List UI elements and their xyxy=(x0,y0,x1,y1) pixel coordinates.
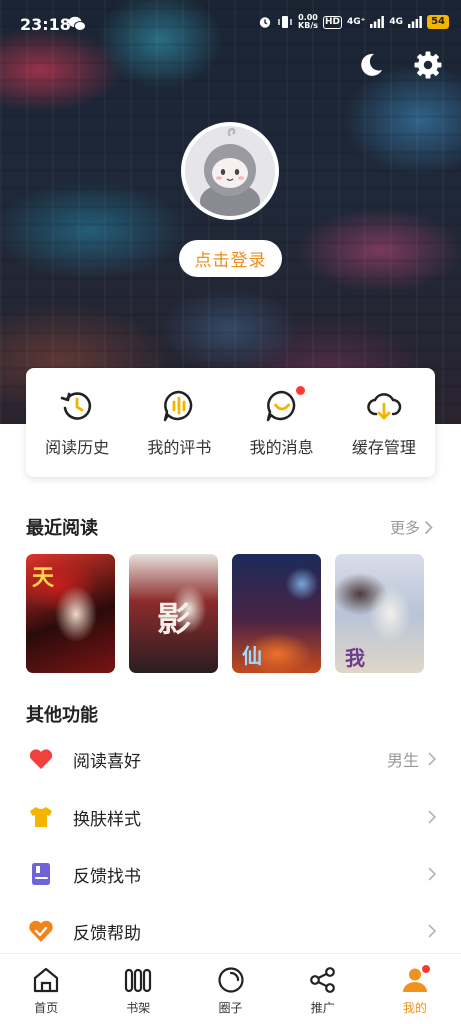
user-avatar[interactable] xyxy=(181,122,279,220)
alarm-icon xyxy=(259,17,271,28)
chevron-right-icon xyxy=(428,867,437,881)
status-indicators: 0.00 KB/s HD 4G⁺ 4G 54 xyxy=(258,14,449,30)
nav-circle[interactable]: 圈子 xyxy=(184,954,276,1024)
function-value: 男生 xyxy=(386,751,419,770)
nav-home[interactable]: 首页 xyxy=(0,954,92,1024)
nav-badge-dot xyxy=(420,964,431,974)
function-label: 换肤样式 xyxy=(73,809,141,830)
vibrate-icon xyxy=(278,16,292,28)
nav-label: 我的 xyxy=(402,1001,427,1015)
book-cover[interactable]: 我 xyxy=(335,554,424,673)
function-skin-style[interactable]: 换肤样式 xyxy=(0,788,461,846)
book-cover[interactable]: 仙 xyxy=(232,554,321,673)
book-cover[interactable]: 影 xyxy=(129,554,218,673)
cover-title-art: 仙 xyxy=(242,644,262,668)
chevron-right-icon xyxy=(428,810,437,824)
more-label: 更多 xyxy=(389,519,420,537)
network-speed: 0.00 KB/s xyxy=(298,14,318,30)
signal-2-type: 4G xyxy=(389,17,404,27)
heart-icon xyxy=(29,749,53,769)
nav-bookshelf[interactable]: 书架 xyxy=(92,954,184,1024)
status-bar: 23:18 0.00 KB/s HD 4G⁺ 4G 54 xyxy=(0,0,461,50)
nav-label: 书架 xyxy=(126,1001,151,1015)
nav-label: 首页 xyxy=(34,1001,59,1015)
function-reading-preference[interactable]: 阅读喜好 男生 xyxy=(0,730,461,788)
signal-1-icon xyxy=(370,16,385,28)
quick-action-reading-history[interactable]: 阅读历史 xyxy=(26,368,128,477)
night-mode-icon[interactable] xyxy=(355,50,385,80)
chevron-right-icon xyxy=(428,752,437,766)
function-label: 阅读喜好 xyxy=(73,751,141,772)
quick-action-label: 缓存管理 xyxy=(351,438,416,457)
net-speed-unit: KB/s xyxy=(298,21,318,30)
quick-action-label: 阅读历史 xyxy=(45,438,110,457)
quick-action-my-messages[interactable]: 我的消息 xyxy=(231,368,333,477)
login-button[interactable]: 点击登录 xyxy=(179,240,282,277)
signal-2-icon xyxy=(408,16,422,28)
quick-action-my-reviews[interactable]: 我的评书 xyxy=(128,368,230,477)
nav-promote[interactable]: 推广 xyxy=(277,954,369,1024)
status-time: 23:18 xyxy=(20,15,71,34)
message-badge-dot xyxy=(295,386,305,395)
quick-action-label: 我的评书 xyxy=(147,438,212,457)
wechat-icon xyxy=(68,16,86,31)
function-feedback-find-book[interactable]: 反馈找书 xyxy=(0,845,461,903)
cover-title-art: 我 xyxy=(345,646,365,670)
settings-gear-icon[interactable] xyxy=(413,50,443,80)
audio-review-icon xyxy=(164,390,193,422)
bottom-navigation: 首页 书架 圈子 推广 我的 xyxy=(0,953,461,1024)
quick-actions-card: 阅读历史 我的评书 我的消息 缓存管理 xyxy=(26,368,435,477)
recent-reading-title: 最近阅读 xyxy=(26,518,98,539)
cover-title-art: 影 xyxy=(157,600,191,640)
share-icon xyxy=(309,967,335,993)
message-icon xyxy=(266,390,295,422)
nav-label: 圈子 xyxy=(218,1001,243,1015)
nav-mine[interactable]: 我的 xyxy=(369,954,461,1024)
chevron-right-icon xyxy=(428,924,437,938)
hd-badge: HD xyxy=(323,15,343,29)
home-icon xyxy=(33,967,59,993)
signal-1-type: 4G⁺ xyxy=(347,17,366,27)
function-feedback-help[interactable]: 反馈帮助 xyxy=(0,902,461,960)
function-label: 反馈找书 xyxy=(73,866,141,887)
other-functions-title: 其他功能 xyxy=(26,705,98,726)
book-cover[interactable]: 天 xyxy=(26,554,115,673)
bookshelf-icon xyxy=(125,968,152,993)
circle-icon xyxy=(217,967,244,993)
help-heart-icon xyxy=(29,920,53,942)
recent-covers: 天 影 仙 我 xyxy=(26,554,424,673)
function-label: 反馈帮助 xyxy=(73,923,141,944)
book-icon xyxy=(32,863,50,885)
quick-action-cache-management[interactable]: 缓存管理 xyxy=(333,368,435,477)
cloud-download-icon xyxy=(367,393,402,420)
nav-label: 推广 xyxy=(310,1001,335,1015)
more-link[interactable]: 更多 xyxy=(390,517,433,538)
quick-action-label: 我的消息 xyxy=(249,438,314,457)
default-avatar-icon xyxy=(185,126,275,216)
cover-title-art: 天 xyxy=(32,565,55,591)
battery-level: 54 xyxy=(427,15,449,29)
chevron-right-icon xyxy=(424,520,433,535)
clock-history-icon xyxy=(60,392,92,420)
tshirt-icon xyxy=(30,807,52,827)
